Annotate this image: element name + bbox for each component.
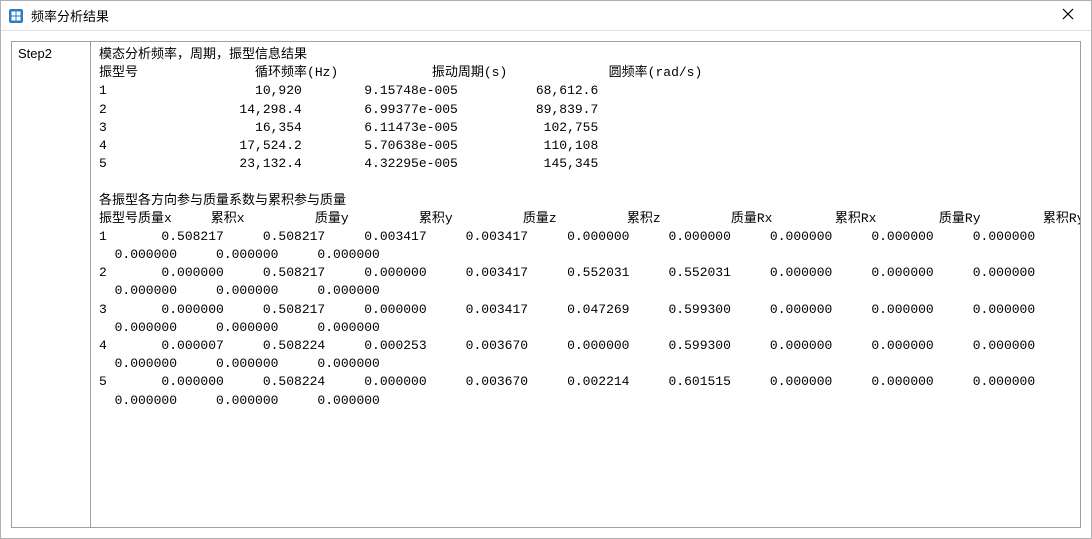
results-panel: 模态分析频率，周期，振型信息结果 振型号 循环频率(Hz) 振动周期(s) 圆频… xyxy=(91,41,1081,528)
content-area: Step2 模态分析频率，周期，振型信息结果 振型号 循环频率(Hz) 振动周期… xyxy=(1,31,1091,538)
window-title: 频率分析结果 xyxy=(31,6,1045,25)
dialog-window: 频率分析结果 Step2 模态分析频率，周期，振型信息结果 振型号 循环频率(H… xyxy=(0,0,1092,539)
step-label: Step2 xyxy=(18,46,52,61)
step-panel: Step2 xyxy=(11,41,91,528)
close-button[interactable] xyxy=(1045,1,1091,31)
titlebar: 频率分析结果 xyxy=(1,1,1091,31)
app-icon xyxy=(7,7,25,25)
close-icon xyxy=(1062,7,1074,25)
